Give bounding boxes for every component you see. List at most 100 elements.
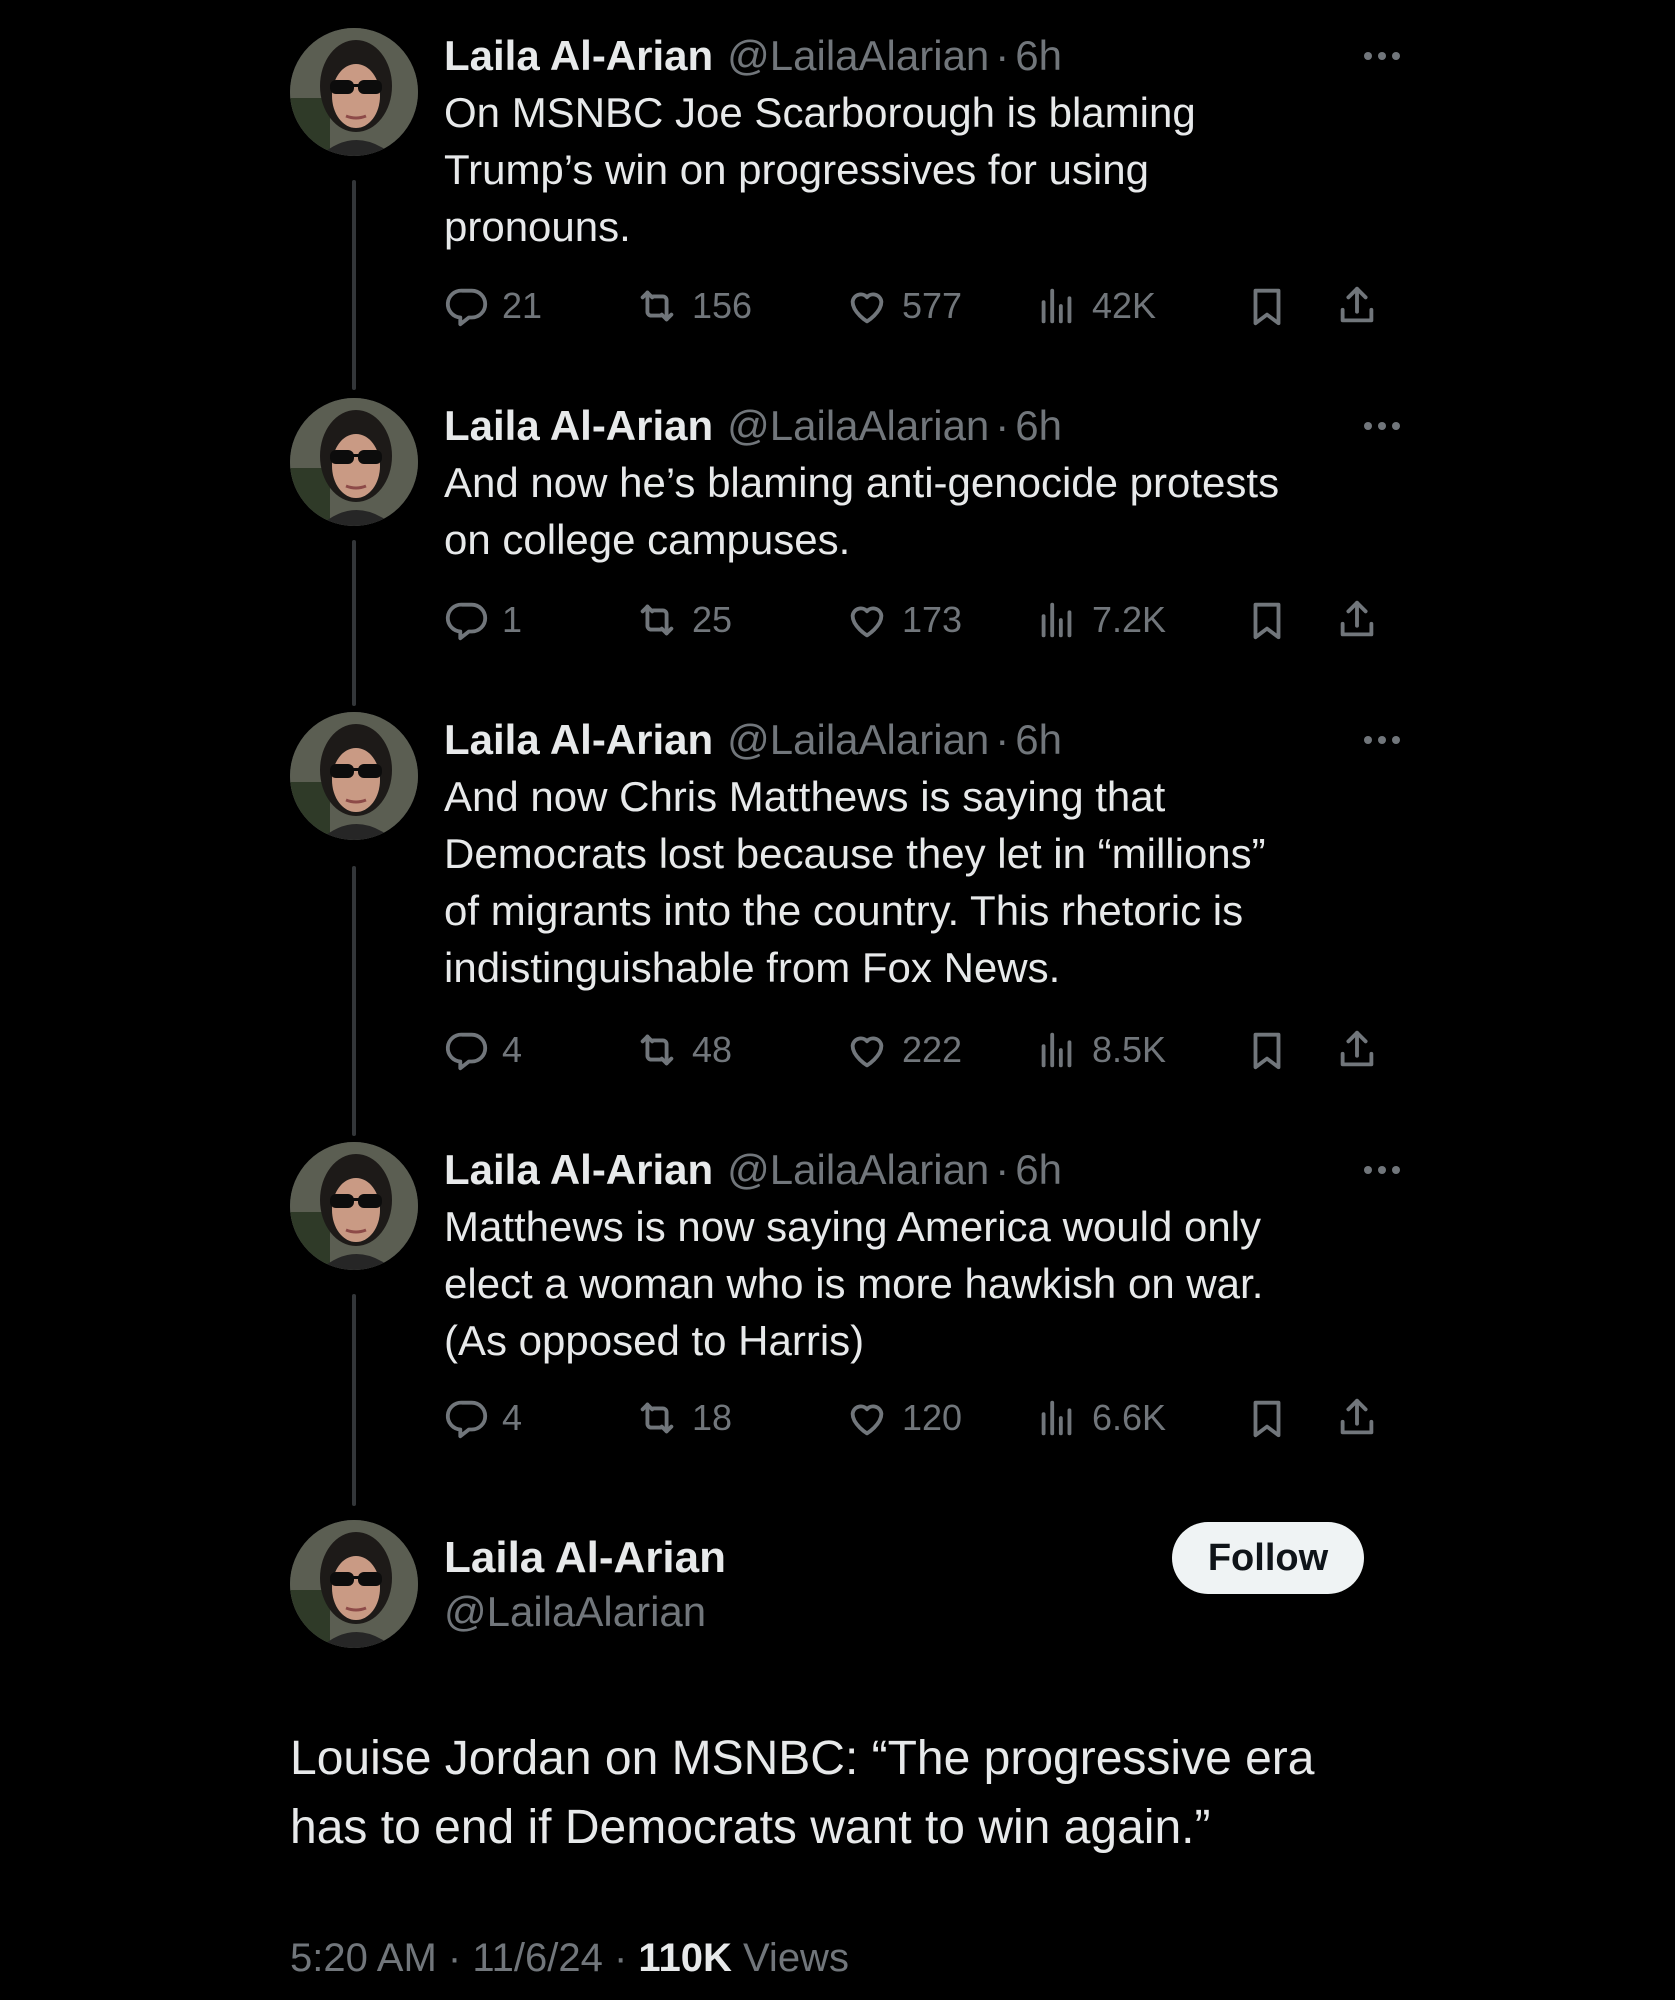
bookmark-button[interactable] bbox=[1244, 1388, 1290, 1448]
reply-count: 21 bbox=[502, 285, 543, 326]
separator: · bbox=[613, 1936, 628, 1980]
main-tweet-text: Louise Jordan on MSNBC: “The progressive… bbox=[290, 1732, 1315, 1854]
bookmark-icon bbox=[1244, 597, 1290, 643]
bookmark-icon bbox=[1244, 1395, 1290, 1441]
tweet-footer: 5:20 AM · 11/6/24 · 110K Views bbox=[290, 1930, 849, 1986]
views-count: 110K bbox=[638, 1936, 732, 1980]
tweet-meta: Laila Al-Arian @LailaAlarian · 6h bbox=[444, 398, 1410, 454]
tweet-meta: Laila Al-Arian @LailaAlarian · 6h bbox=[444, 1142, 1410, 1198]
repost-button[interactable]: 48 bbox=[634, 1020, 732, 1080]
more-icon[interactable] bbox=[1354, 712, 1410, 768]
heart-icon bbox=[844, 1027, 890, 1073]
thread-connector-line bbox=[352, 866, 356, 1136]
thread-connector-line bbox=[352, 540, 356, 706]
author-name[interactable]: Laila Al-Arian bbox=[444, 32, 713, 79]
repost-icon bbox=[634, 1395, 680, 1441]
separator: · bbox=[995, 1146, 1010, 1193]
reply-button[interactable]: 1 bbox=[444, 590, 522, 650]
bookmark-icon bbox=[1244, 1027, 1290, 1073]
author-handle[interactable]: @LailaAlarian bbox=[444, 1584, 706, 1640]
tweet-actions: 21 156 577 42K bbox=[444, 276, 1384, 336]
author-name[interactable]: Laila Al-Arian bbox=[444, 1530, 726, 1586]
views-button[interactable]: 6.6K bbox=[1034, 1388, 1166, 1448]
reply-icon bbox=[444, 597, 490, 643]
thread-connector-line bbox=[352, 1294, 356, 1506]
views-icon bbox=[1034, 597, 1080, 643]
repost-button[interactable]: 25 bbox=[634, 590, 732, 650]
avatar[interactable] bbox=[290, 28, 418, 156]
author-handle[interactable]: @LailaAlarian bbox=[727, 32, 989, 79]
more-icon[interactable] bbox=[1354, 1142, 1410, 1198]
author-handle[interactable]: @LailaAlarian bbox=[727, 1146, 989, 1193]
heart-icon bbox=[844, 597, 890, 643]
reply-icon bbox=[444, 1027, 490, 1073]
avatar-image bbox=[290, 398, 418, 526]
reply-button[interactable]: 4 bbox=[444, 1020, 522, 1080]
separator: · bbox=[995, 32, 1010, 79]
repost-button[interactable]: 156 bbox=[634, 276, 752, 336]
tweet-text: On MSNBC Joe Scarborough is blaming Trum… bbox=[444, 89, 1196, 250]
author-name[interactable]: Laila Al-Arian bbox=[444, 402, 713, 449]
tweet-text: And now he’s blaming anti-genocide prote… bbox=[444, 459, 1280, 563]
repost-button[interactable]: 18 bbox=[634, 1388, 732, 1448]
tweet-actions: 4 18 120 6.6K bbox=[444, 1388, 1384, 1448]
avatar[interactable] bbox=[290, 1520, 418, 1648]
views-icon bbox=[1034, 1027, 1080, 1073]
like-button[interactable]: 577 bbox=[844, 276, 962, 336]
reply-count: 4 bbox=[502, 1397, 523, 1438]
repost-count: 25 bbox=[692, 599, 733, 640]
views-button[interactable]: 7.2K bbox=[1034, 590, 1166, 650]
repost-count: 18 bbox=[692, 1397, 733, 1438]
like-count: 173 bbox=[902, 599, 963, 640]
like-button[interactable]: 222 bbox=[844, 1020, 962, 1080]
avatar[interactable] bbox=[290, 398, 418, 526]
bookmark-button[interactable] bbox=[1244, 1020, 1290, 1080]
share-button[interactable] bbox=[1334, 590, 1380, 650]
reply-button[interactable]: 4 bbox=[444, 1388, 522, 1448]
follow-button[interactable]: Follow bbox=[1172, 1522, 1364, 1594]
avatar[interactable] bbox=[290, 1142, 418, 1270]
share-button[interactable] bbox=[1334, 1388, 1380, 1448]
repost-count: 48 bbox=[692, 1029, 733, 1070]
avatar[interactable] bbox=[290, 712, 418, 840]
share-button[interactable] bbox=[1334, 1020, 1380, 1080]
tweet-time[interactable]: 6h bbox=[1015, 402, 1062, 449]
tweet-meta: Laila Al-Arian @LailaAlarian · 6h bbox=[444, 712, 1410, 768]
like-count: 120 bbox=[902, 1397, 963, 1438]
tweet-actions: 1 25 173 7.2K bbox=[444, 590, 1384, 650]
tweet-time[interactable]: 6h bbox=[1015, 32, 1062, 79]
views-button[interactable]: 8.5K bbox=[1034, 1020, 1166, 1080]
tweet-time[interactable]: 6h bbox=[1015, 716, 1062, 763]
more-icon[interactable] bbox=[1354, 28, 1410, 84]
views-icon bbox=[1034, 283, 1080, 329]
tweet-actions: 4 48 222 8.5K bbox=[444, 1020, 1384, 1080]
tweet-meta: Laila Al-Arian @LailaAlarian · 6h bbox=[444, 28, 1410, 84]
more-icon[interactable] bbox=[1354, 398, 1410, 454]
share-icon bbox=[1334, 1027, 1380, 1073]
tweet-time[interactable]: 6h bbox=[1015, 1146, 1062, 1193]
reply-icon bbox=[444, 1395, 490, 1441]
like-button[interactable]: 120 bbox=[844, 1388, 962, 1448]
views-button[interactable]: 42K bbox=[1034, 276, 1156, 336]
views-count: 42K bbox=[1092, 285, 1157, 326]
like-button[interactable]: 173 bbox=[844, 590, 962, 650]
views-count: 8.5K bbox=[1092, 1029, 1167, 1070]
author-name[interactable]: Laila Al-Arian bbox=[444, 1146, 713, 1193]
repost-icon bbox=[634, 283, 680, 329]
author-handle[interactable]: @LailaAlarian bbox=[727, 402, 989, 449]
share-button[interactable] bbox=[1334, 276, 1380, 336]
reply-count: 1 bbox=[502, 599, 523, 640]
bookmark-button[interactable] bbox=[1244, 276, 1290, 336]
heart-icon bbox=[844, 1395, 890, 1441]
reply-button[interactable]: 21 bbox=[444, 276, 542, 336]
bookmark-icon bbox=[1244, 283, 1290, 329]
reply-icon bbox=[444, 283, 490, 329]
share-icon bbox=[1334, 597, 1380, 643]
author-handle[interactable]: @LailaAlarian bbox=[727, 716, 989, 763]
avatar-image bbox=[290, 28, 418, 156]
author-name[interactable]: Laila Al-Arian bbox=[444, 716, 713, 763]
bookmark-button[interactable] bbox=[1244, 590, 1290, 650]
tweet-time[interactable]: 5:20 AM bbox=[290, 1936, 437, 1980]
tweet-date[interactable]: 11/6/24 bbox=[472, 1936, 603, 1980]
separator: · bbox=[995, 402, 1010, 449]
